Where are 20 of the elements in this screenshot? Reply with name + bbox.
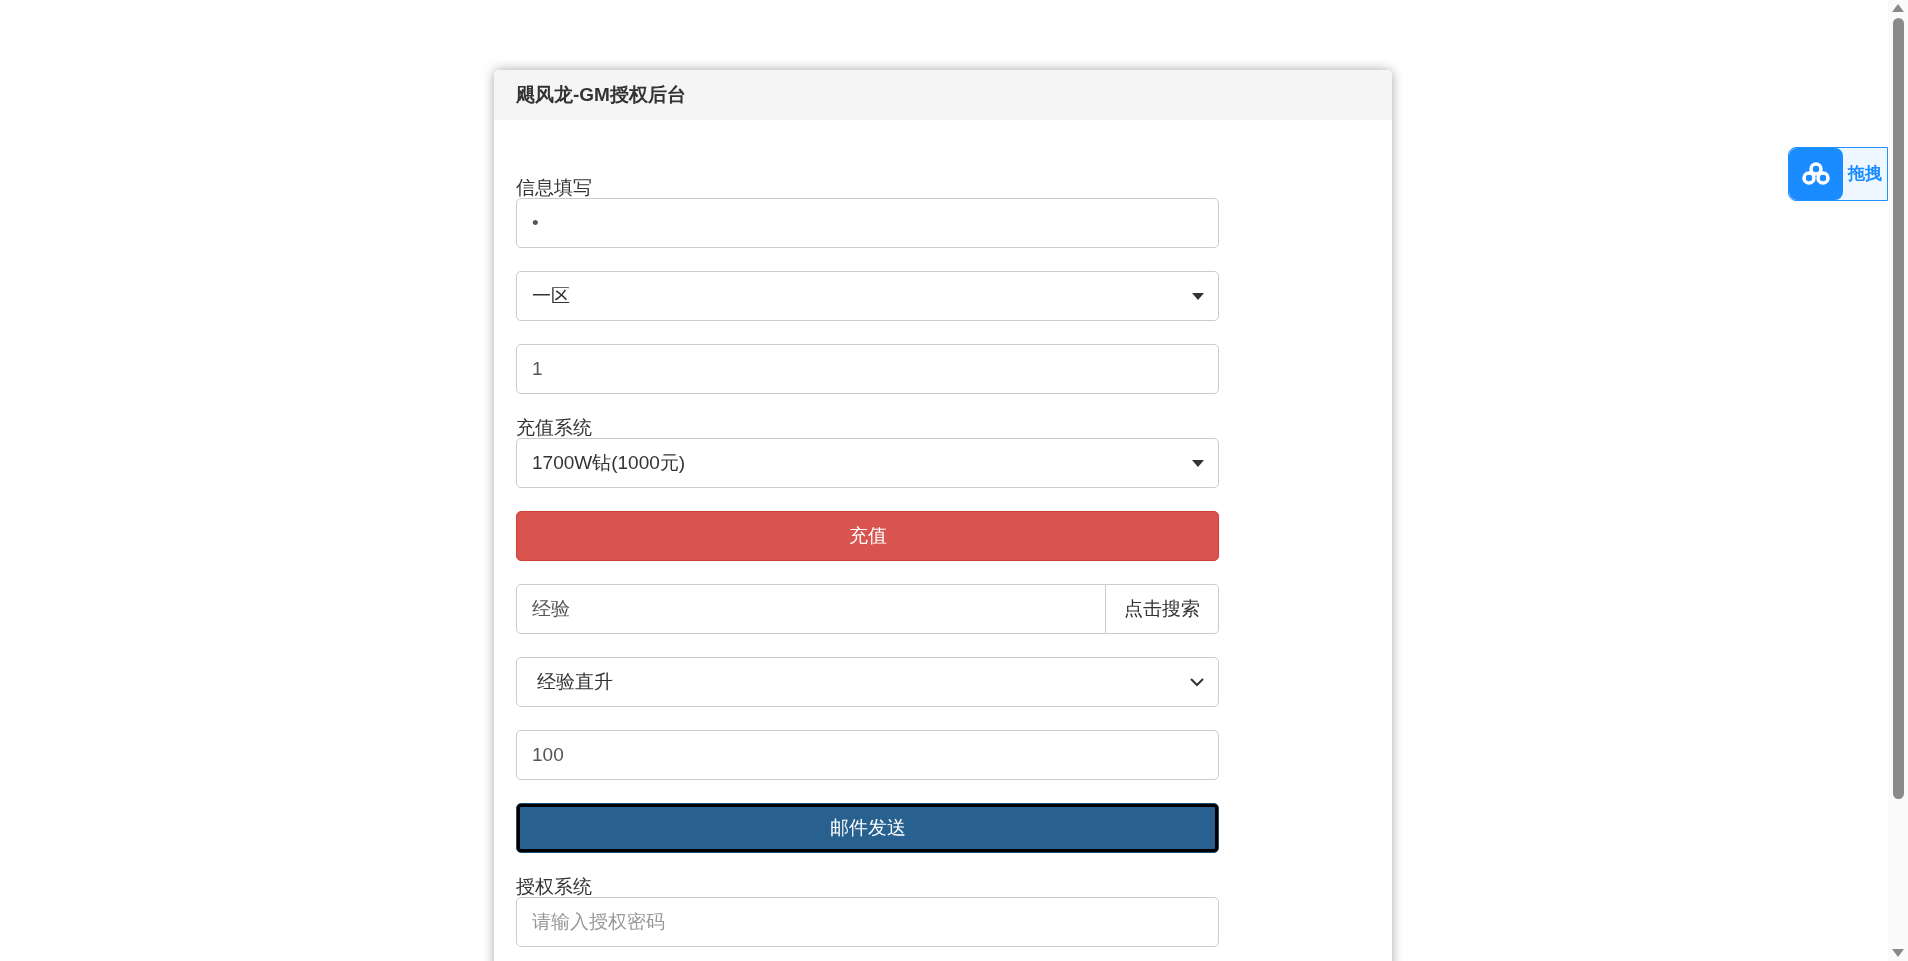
scroll-thumb[interactable] xyxy=(1892,18,1904,799)
recharge-button[interactable]: 充值 xyxy=(516,511,1219,561)
scroll-down-icon xyxy=(1892,949,1904,957)
caret-icon xyxy=(1192,459,1204,467)
input-field[interactable]: 100 xyxy=(516,730,1219,780)
widget-label: 拖拽 xyxy=(1846,163,1882,186)
dropdown[interactable]: 经验直升 xyxy=(516,657,1219,707)
dropdown[interactable]: 1700W钻(1000元) xyxy=(516,438,1219,488)
input-field[interactable]: • xyxy=(516,198,1219,248)
chevron-icon xyxy=(1190,677,1204,687)
input-field[interactable]: 请输入授权密码 xyxy=(516,897,1219,947)
scroll-up-icon xyxy=(1892,4,1904,12)
send-button[interactable]: 邮件发送 xyxy=(516,803,1219,853)
search-field[interactable]: 经验 xyxy=(516,584,1106,634)
input-field[interactable]: 1 xyxy=(516,344,1219,394)
dropdown[interactable]: 一区 xyxy=(516,271,1219,321)
panel-title: 飓风龙-GM授权后台 xyxy=(516,82,686,107)
search-button[interactable]: 点击搜索 xyxy=(1106,584,1219,634)
cloud-icon xyxy=(1789,148,1843,200)
caret-icon xyxy=(1192,292,1204,300)
